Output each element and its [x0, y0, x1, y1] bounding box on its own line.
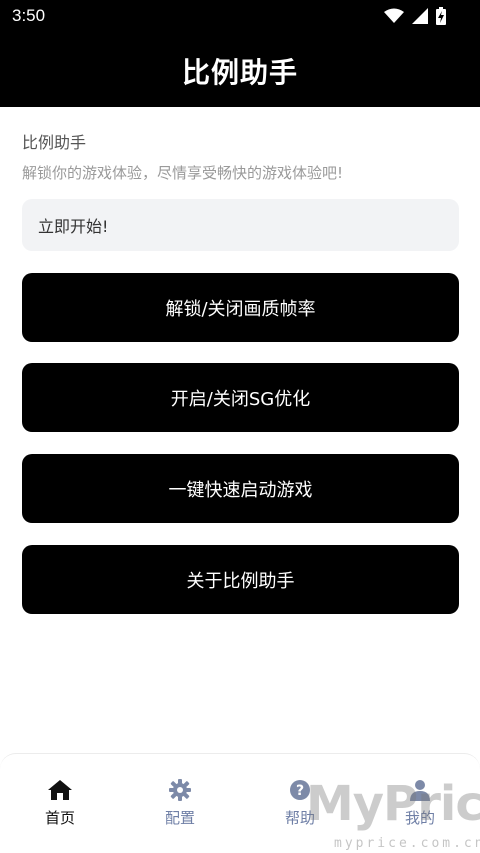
status-bar: 3:50: [0, 0, 480, 34]
nav-item-help[interactable]: ? 帮助: [240, 754, 360, 853]
status-time: 3:50: [12, 6, 46, 25]
status-icons: [384, 7, 446, 25]
svg-text:?: ?: [296, 783, 304, 799]
nav-label-help: 帮助: [284, 809, 315, 827]
quick-launch-button[interactable]: 一键快速启动游戏: [22, 454, 459, 523]
wifi-icon: [384, 8, 404, 24]
signal-icon: [412, 8, 428, 24]
person-icon: [410, 779, 430, 801]
start-now-label: 立即开始!: [38, 217, 109, 236]
nav-item-config[interactable]: 配置: [120, 754, 240, 853]
start-now-box[interactable]: 立即开始!: [22, 199, 459, 251]
sg-optimize-label: 开启/关闭SG优化: [170, 388, 311, 410]
app-title: 比例助手: [181, 55, 298, 89]
unlock-framerate-label: 解锁/关闭画质帧率: [165, 298, 316, 320]
intro-description: 解锁你的游戏体验，尽情享受畅快的游戏体验吧!: [22, 164, 344, 182]
sg-optimize-button[interactable]: 开启/关闭SG优化: [22, 363, 459, 432]
home-icon: [48, 779, 72, 801]
about-button[interactable]: 关于比例助手: [22, 545, 459, 614]
battery-charging-icon: [436, 7, 446, 25]
gear-icon: [169, 779, 191, 801]
intro-title: 比例助手: [22, 133, 87, 152]
nav-item-mine[interactable]: 我的: [360, 754, 480, 853]
quick-launch-label: 一键快速启动游戏: [168, 479, 313, 501]
app-bar: 比例助手: [0, 34, 480, 107]
nav-label-home: 首页: [44, 809, 75, 827]
about-label: 关于比例助手: [186, 570, 295, 592]
help-icon: ?: [289, 779, 311, 801]
nav-label-mine: 我的: [404, 809, 435, 827]
bottom-nav: 首页 配置 ? 帮助 我的: [0, 753, 480, 853]
nav-item-home[interactable]: 首页: [0, 754, 120, 853]
unlock-framerate-button[interactable]: 解锁/关闭画质帧率: [22, 273, 459, 342]
nav-label-config: 配置: [164, 809, 195, 827]
